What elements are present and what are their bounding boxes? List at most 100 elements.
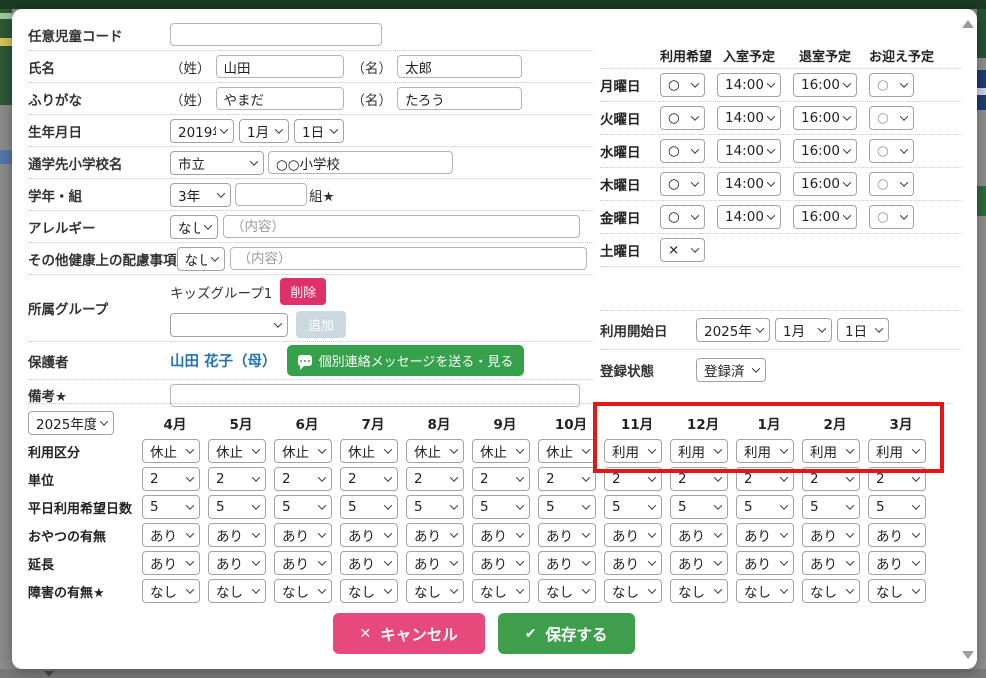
allergy-detail-input[interactable] [223,215,580,238]
extension-select-7月[interactable]: あり [340,551,398,575]
snack-select-10月[interactable]: あり [538,523,596,547]
usage-type-select-2月[interactable]: 利用 [802,439,860,463]
scroll-up-icon[interactable] [962,20,974,28]
weekday-desired-days-select-12月[interactable]: 5 [670,495,728,519]
usage-type-select-7月[interactable]: 休止 [340,439,398,463]
weekday-desired-days-select-4月[interactable]: 5 [142,495,200,519]
weekday-desired-days-select-1月[interactable]: 5 [736,495,794,519]
registration-status-select[interactable]: 登録済 [696,358,766,382]
unit-select-6月[interactable]: 2 [274,467,332,491]
group-add-select[interactable] [170,313,288,337]
class-input[interactable] [235,183,307,206]
unit-select-4月[interactable]: 2 [142,467,200,491]
weekday-desired-days-select-2月[interactable]: 5 [802,495,860,519]
unit-select-2月[interactable]: 2 [802,467,860,491]
cancel-button[interactable]: ✕ キャンセル [333,613,485,654]
wish-select[interactable]: ○ [660,106,705,130]
unit-select-12月[interactable]: 2 [670,467,728,491]
snack-select-8月[interactable]: あり [406,523,464,547]
leave-time-select[interactable]: 16:00 [793,106,857,130]
extension-select-5月[interactable]: あり [208,551,266,575]
extension-select-2月[interactable]: あり [802,551,860,575]
unit-select-11月[interactable]: 2 [604,467,662,491]
birth-year-select[interactable]: 2019年 [170,119,234,143]
disability-select-11月[interactable]: なし [604,579,662,603]
leave-time-select[interactable]: 16:00 [793,205,857,229]
snack-select-2月[interactable]: あり [802,523,860,547]
disability-select-8月[interactable]: なし [406,579,464,603]
unit-select-5月[interactable]: 2 [208,467,266,491]
disability-select-1月[interactable]: なし [736,579,794,603]
wish-select[interactable]: × [660,238,705,262]
snack-select-1月[interactable]: あり [736,523,794,547]
weekday-desired-days-select-5月[interactable]: 5 [208,495,266,519]
pickup-select[interactable]: ○ [869,139,914,163]
disability-select-10月[interactable]: なし [538,579,596,603]
leave-time-select[interactable]: 16:00 [793,73,857,97]
unit-select-1月[interactable]: 2 [736,467,794,491]
health-note-select[interactable]: なし [177,247,225,271]
extension-select-3月[interactable]: あり [868,551,926,575]
disability-select-12月[interactable]: なし [670,579,728,603]
school-type-select[interactable]: 市立 [170,151,264,175]
enter-time-select[interactable]: 14:00 [717,139,781,163]
enter-time-select[interactable]: 14:00 [717,172,781,196]
weekday-desired-days-select-8月[interactable]: 5 [406,495,464,519]
snack-select-7月[interactable]: あり [340,523,398,547]
health-note-detail-input[interactable] [230,247,587,270]
snack-select-3月[interactable]: あり [868,523,926,547]
usage-type-select-6月[interactable]: 休止 [274,439,332,463]
weekday-desired-days-select-6月[interactable]: 5 [274,495,332,519]
weekday-desired-days-select-7月[interactable]: 5 [340,495,398,519]
usage-type-select-8月[interactable]: 休止 [406,439,464,463]
weekday-desired-days-select-9月[interactable]: 5 [472,495,530,519]
extension-select-8月[interactable]: あり [406,551,464,575]
dialog-scrollbar[interactable] [959,12,975,663]
birth-month-select[interactable]: 1月 [239,119,289,143]
pickup-select[interactable]: ○ [869,205,914,229]
usage-type-select-4月[interactable]: 休止 [142,439,200,463]
group-add-button[interactable]: 追加 [296,311,346,338]
start-day-select[interactable]: 1日 [837,318,889,342]
weekday-desired-days-select-10月[interactable]: 5 [538,495,596,519]
pickup-select[interactable]: ○ [869,106,914,130]
enter-time-select[interactable]: 14:00 [717,73,781,97]
snack-select-9月[interactable]: あり [472,523,530,547]
unit-select-8月[interactable]: 2 [406,467,464,491]
wish-select[interactable]: ○ [660,205,705,229]
unit-select-3月[interactable]: 2 [868,467,926,491]
leave-time-select[interactable]: 16:00 [793,139,857,163]
disability-select-4月[interactable]: なし [142,579,200,603]
disability-select-3月[interactable]: なし [868,579,926,603]
unit-select-10月[interactable]: 2 [538,467,596,491]
disability-select-9月[interactable]: なし [472,579,530,603]
birth-day-select[interactable]: 1日 [294,119,344,143]
extension-select-10月[interactable]: あり [538,551,596,575]
enter-time-select[interactable]: 14:00 [717,205,781,229]
snack-select-5月[interactable]: あり [208,523,266,547]
first-name-input[interactable] [397,55,522,78]
grade-select[interactable]: 3年 [170,183,231,207]
start-month-select[interactable]: 1月 [775,318,832,342]
guardian-message-button[interactable]: 個別連絡メッセージを送る・見る [287,345,525,376]
start-year-select[interactable]: 2025年 [696,318,770,342]
usage-type-select-9月[interactable]: 休止 [472,439,530,463]
snack-select-4月[interactable]: あり [142,523,200,547]
snack-select-11月[interactable]: あり [604,523,662,547]
usage-type-select-3月[interactable]: 利用 [868,439,926,463]
extension-select-4月[interactable]: あり [142,551,200,575]
first-name-kana-input[interactable] [397,87,522,110]
usage-type-select-5月[interactable]: 休止 [208,439,266,463]
weekday-desired-days-select-3月[interactable]: 5 [868,495,926,519]
extension-select-6月[interactable]: あり [274,551,332,575]
wish-select[interactable]: ○ [660,172,705,196]
allergy-select[interactable]: なし [170,215,218,239]
group-delete-button[interactable]: 削除 [280,278,326,305]
fiscal-year-select[interactable]: 2025年度 [28,411,114,435]
guardian-link[interactable]: 山田 花子（母） [170,350,277,371]
extension-select-12月[interactable]: あり [670,551,728,575]
extension-select-11月[interactable]: あり [604,551,662,575]
scroll-down-icon[interactable] [962,651,974,659]
disability-select-6月[interactable]: なし [274,579,332,603]
snack-select-6月[interactable]: あり [274,523,332,547]
